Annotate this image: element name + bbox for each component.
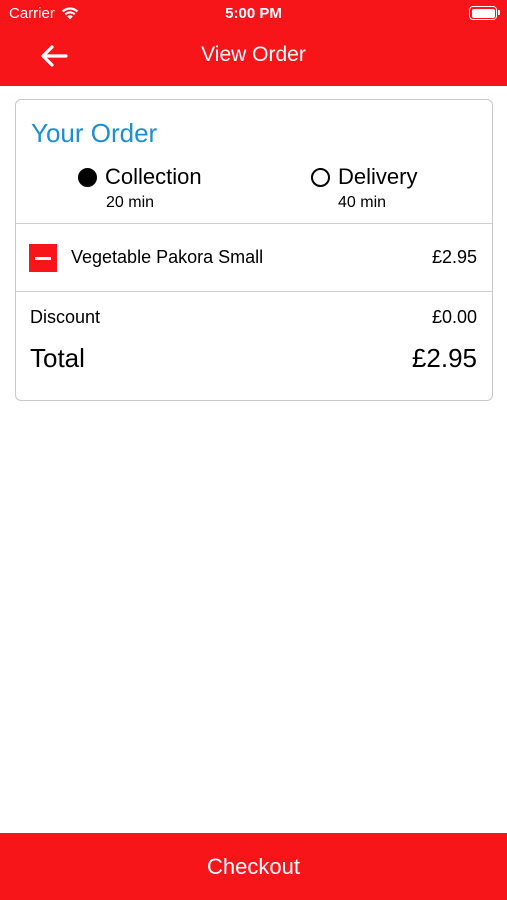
battery-icon (469, 6, 500, 20)
radio-unselected-icon[interactable] (311, 167, 330, 187)
discount-label: Discount (30, 307, 101, 327)
delivery-time: 40 min (338, 194, 387, 211)
remove-item-button[interactable] (29, 244, 57, 272)
checkout-button[interactable]: Checkout (0, 833, 507, 900)
item-name: Vegetable Pakora Small (71, 247, 264, 267)
collection-option[interactable]: Collection 20 min (78, 164, 202, 212)
collection-time: 20 min (106, 194, 155, 211)
status-time: 5:00 PM (225, 5, 282, 22)
radio-selected-icon[interactable] (78, 167, 97, 187)
discount-value: £0.00 (431, 307, 477, 327)
status-bar: Carrier 5:00 PM (0, 0, 507, 28)
order-title: Your Order (31, 118, 158, 148)
total-label: Total (30, 343, 85, 373)
nav-bar: Carrier 5:00 PM View Order (0, 0, 507, 86)
order-card: Your Order Collection 20 min Delivery 40… (15, 99, 493, 401)
page-title: View Order (201, 43, 306, 66)
delivery-option[interactable]: Delivery 40 min (311, 164, 417, 212)
total-value: £2.95 (411, 343, 477, 373)
item-price: £2.95 (431, 247, 477, 267)
delivery-label: Delivery (338, 164, 418, 189)
order-item-row: Vegetable Pakora Small £2.95 (16, 224, 492, 291)
collection-label: Collection (105, 164, 202, 189)
divider (16, 291, 492, 292)
